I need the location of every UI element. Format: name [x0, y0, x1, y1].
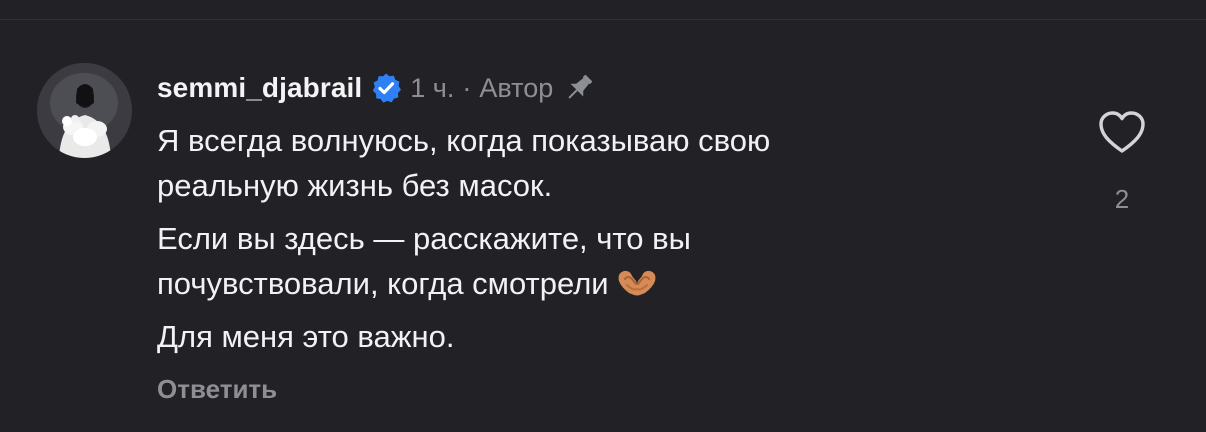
- verified-badge-icon: [370, 72, 402, 104]
- comment-paragraph-2-text: Если вы здесь — расскажите, что вы почув…: [157, 221, 691, 301]
- author-badge: Автор: [479, 72, 554, 103]
- comment-paragraph-3: Для меня это важно.: [157, 319, 455, 354]
- comment: semmi_djabrail 1 ч. · Автор Я всегда вол…: [0, 0, 1206, 432]
- comment-body: Я всегда волнуюсь, когда показываю свою …: [157, 118, 1057, 367]
- comment-header: semmi_djabrail 1 ч. · Автор: [157, 68, 597, 108]
- comment-paragraph-1: Я всегда волнуюсь, когда показываю свою …: [157, 123, 771, 203]
- avatar-image: [37, 63, 132, 158]
- username[interactable]: semmi_djabrail: [157, 72, 362, 104]
- comment-paragraph-2: Если вы здесь — расскажите, что вы почув…: [157, 216, 1057, 306]
- reply-button[interactable]: Ответить: [157, 374, 277, 405]
- heart-icon: [1099, 111, 1145, 153]
- like-count: 2: [1114, 184, 1130, 214]
- avatar[interactable]: [37, 63, 132, 158]
- meta-separator: ·: [462, 72, 472, 103]
- pin-icon: [561, 70, 597, 106]
- like-button[interactable]: [1094, 104, 1150, 160]
- comment-time: 1 ч.: [410, 72, 455, 103]
- heart-hands-emoji: [615, 264, 659, 296]
